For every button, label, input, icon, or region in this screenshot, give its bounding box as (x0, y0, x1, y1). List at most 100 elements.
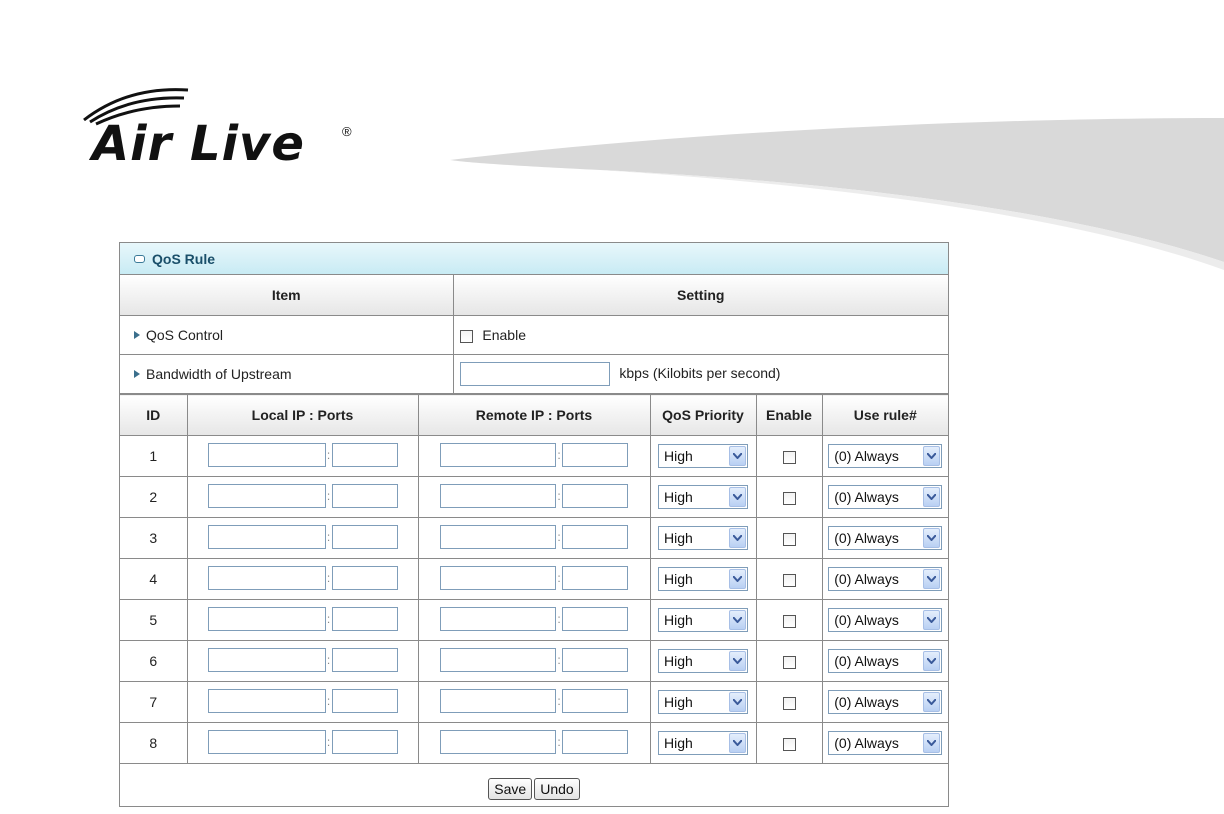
enable-cell (755, 681, 823, 723)
local-ip-input[interactable] (207, 442, 326, 467)
chevron-down-icon (923, 692, 941, 712)
priority-select[interactable]: High (658, 444, 748, 468)
rule-enable-checkbox[interactable] (782, 696, 796, 710)
rule-id: 5 (120, 599, 188, 641)
table-row: 5 : : High (0) Always (120, 599, 948, 641)
airlive-logo: Air Live ® (78, 80, 378, 180)
priority-cell: High (649, 476, 757, 518)
remote-ip-cell: : (417, 517, 651, 559)
local-ip-cell: : (186, 435, 419, 477)
chevron-down-icon (923, 733, 941, 753)
enable-cell (755, 517, 823, 559)
chevron-down-icon (923, 651, 941, 671)
priority-cell: High (649, 640, 757, 682)
use-rule-select[interactable]: (0) Always (828, 690, 943, 714)
remote-ip-input[interactable] (440, 606, 556, 631)
chevron-down-icon (729, 569, 746, 589)
qos-rule-panel: QoS Rule Item Setting QoS Control Enable… (119, 242, 949, 814)
remote-ip-input[interactable] (440, 647, 556, 672)
qos-enable-label: Enable (482, 327, 526, 343)
qos-control-setting: Enable (452, 315, 948, 355)
priority-select[interactable]: High (658, 731, 748, 755)
rule-enable-checkbox[interactable] (782, 450, 796, 464)
remote-ip-cell: : (417, 640, 651, 682)
enable-cell (755, 476, 823, 518)
local-ip-input[interactable] (207, 647, 326, 672)
priority-value: High (664, 448, 693, 464)
remote-ip-input[interactable] (440, 565, 556, 590)
use-rule-select[interactable]: (0) Always (828, 485, 943, 509)
save-button[interactable]: Save (488, 778, 533, 800)
local-port-input[interactable] (331, 729, 398, 754)
column-header-local: Local IP : Ports (186, 394, 419, 436)
remote-port-input[interactable] (562, 688, 628, 713)
use-rule-select[interactable]: (0) Always (828, 649, 943, 673)
qos-enable-checkbox[interactable] (459, 329, 473, 343)
brand-name: Air Live (92, 116, 305, 172)
use-rule-value: (0) Always (834, 489, 899, 505)
priority-select[interactable]: High (658, 649, 748, 673)
remote-ip-cell: : (417, 722, 651, 764)
use-rule-select[interactable]: (0) Always (828, 608, 943, 632)
local-ip-input[interactable] (207, 729, 326, 754)
local-port-input[interactable] (331, 606, 398, 631)
priority-select[interactable]: High (658, 690, 748, 714)
remote-port-input[interactable] (562, 483, 628, 508)
local-port-input[interactable] (331, 565, 398, 590)
priority-value: High (664, 653, 693, 669)
column-header-setting: Setting (452, 275, 948, 316)
use-rule-value: (0) Always (834, 735, 899, 751)
qos-control-label: QoS Control (146, 327, 224, 343)
local-ip-input[interactable] (207, 688, 326, 713)
local-port-input[interactable] (331, 483, 398, 508)
registered-mark: ® (342, 124, 352, 139)
rule-enable-checkbox[interactable] (782, 491, 796, 505)
remote-ip-input[interactable] (440, 442, 556, 467)
bandwidth-input[interactable] (459, 362, 610, 386)
local-ip-input[interactable] (207, 483, 326, 508)
remote-ip-input[interactable] (440, 483, 556, 508)
bandwidth-setting: kbps (Kilobits per second) (452, 354, 948, 394)
remote-ip-input[interactable] (440, 729, 556, 754)
qos-control-label-cell: QoS Control (120, 315, 454, 355)
local-port-input[interactable] (331, 688, 398, 713)
remote-port-input[interactable] (562, 606, 628, 631)
priority-value: High (664, 694, 693, 710)
use-rule-cell: (0) Always (821, 558, 948, 600)
local-ip-input[interactable] (207, 565, 326, 590)
use-rule-cell: (0) Always (821, 681, 948, 723)
priority-select[interactable]: High (658, 608, 748, 632)
rule-enable-checkbox[interactable] (782, 573, 796, 587)
remote-port-input[interactable] (562, 524, 628, 549)
priority-select[interactable]: High (658, 485, 748, 509)
use-rule-select[interactable]: (0) Always (828, 526, 943, 550)
table-row: 1 : : High (0) Always (120, 435, 948, 477)
remote-port-input[interactable] (562, 729, 628, 754)
remote-port-input[interactable] (562, 647, 628, 672)
rule-enable-checkbox[interactable] (782, 532, 796, 546)
use-rule-select[interactable]: (0) Always (828, 444, 943, 468)
remote-ip-input[interactable] (440, 688, 556, 713)
use-rule-cell: (0) Always (821, 435, 948, 477)
rule-enable-checkbox[interactable] (782, 655, 796, 669)
remote-port-input[interactable] (562, 442, 628, 467)
undo-button[interactable]: Undo (534, 778, 580, 800)
priority-select[interactable]: High (658, 526, 748, 550)
use-rule-select[interactable]: (0) Always (828, 567, 943, 591)
rule-id: 1 (120, 435, 188, 477)
local-ip-input[interactable] (207, 606, 326, 631)
local-port-input[interactable] (331, 647, 398, 672)
priority-value: High (664, 735, 693, 751)
rule-enable-checkbox[interactable] (782, 737, 796, 751)
local-port-input[interactable] (331, 442, 398, 467)
local-port-input[interactable] (331, 524, 398, 549)
use-rule-select[interactable]: (0) Always (828, 731, 943, 755)
priority-cell: High (649, 599, 757, 641)
local-ip-input[interactable] (207, 524, 326, 549)
local-ip-cell: : (186, 517, 419, 559)
remote-ip-input[interactable] (440, 524, 556, 549)
priority-select[interactable]: High (658, 567, 748, 591)
remote-port-input[interactable] (562, 565, 628, 590)
chevron-down-icon (729, 610, 746, 630)
rule-enable-checkbox[interactable] (782, 614, 796, 628)
